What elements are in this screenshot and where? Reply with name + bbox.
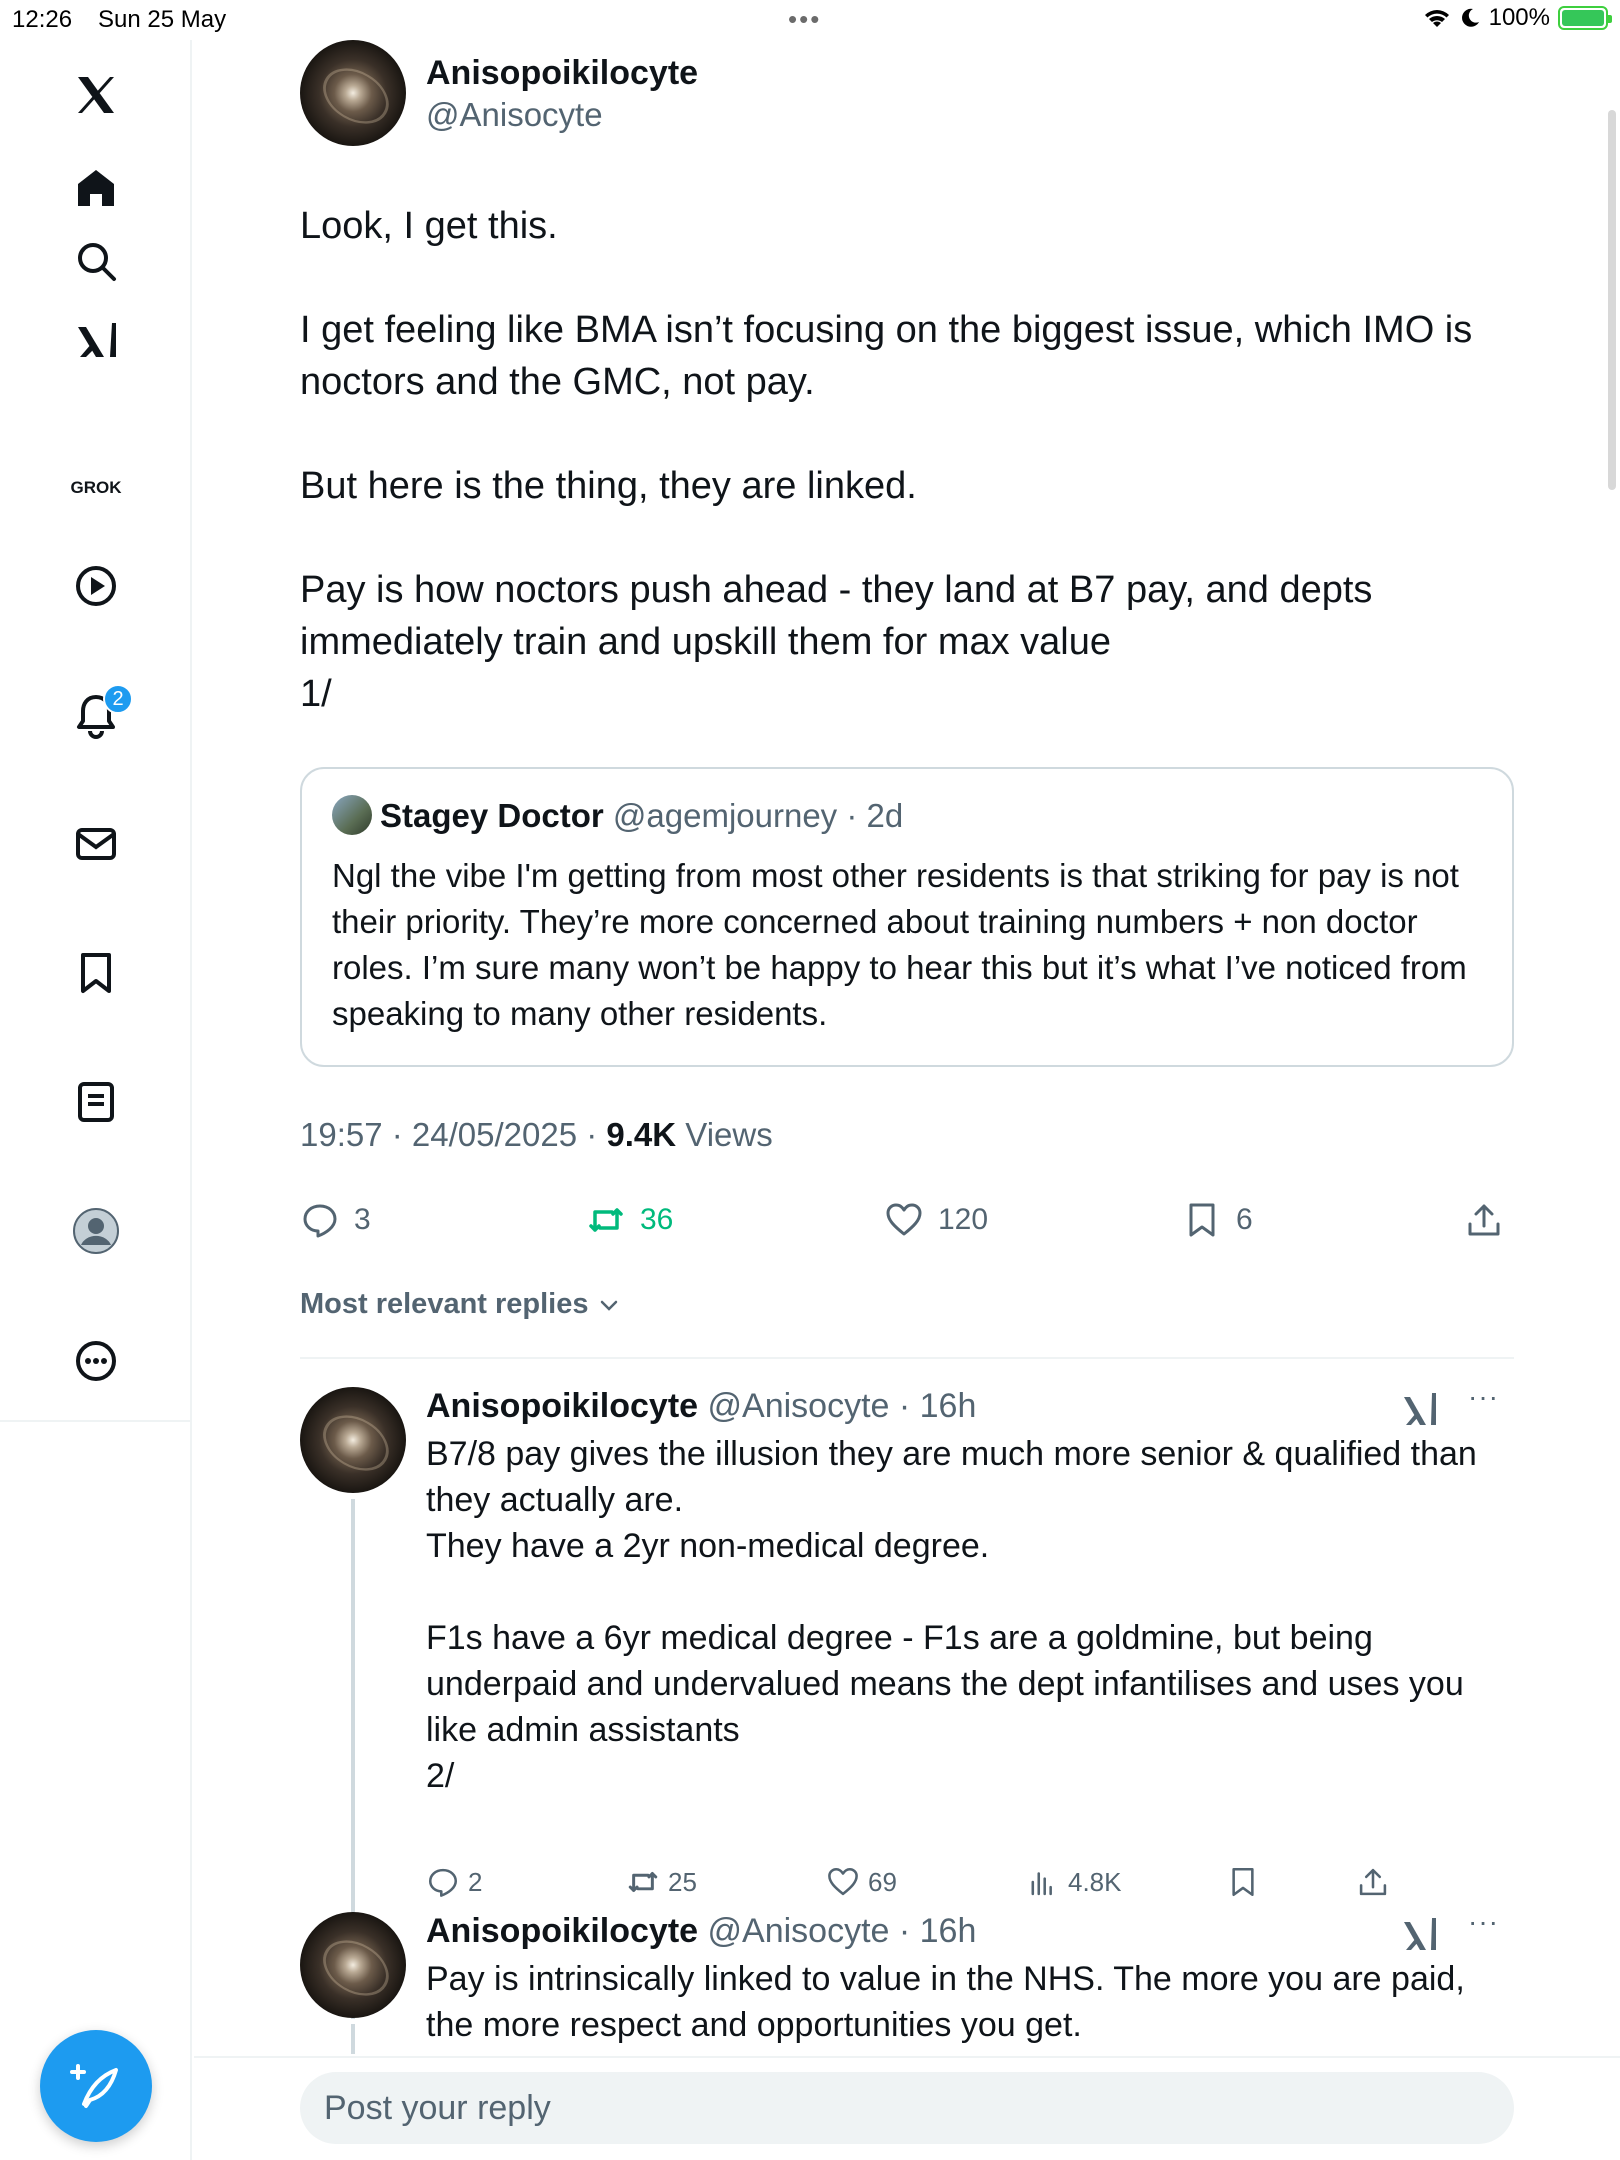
more-options-icon[interactable]: ···: [1468, 1906, 1499, 1938]
tweet-text: Look, I get this. I get feeling like BMA…: [300, 205, 1473, 715]
quoted-tweet-text: Ngl the vibe I'm getting from most other…: [332, 857, 1467, 1032]
like-count: 120: [938, 1203, 989, 1236]
x-logo-icon[interactable]: [63, 62, 129, 128]
notifications-badge: 2: [103, 684, 133, 714]
views-count: 4.8K: [1068, 1866, 1122, 1897]
share-icon: [1359, 1868, 1387, 1896]
bookmark-count: 6: [1236, 1203, 1253, 1236]
reply-author-name[interactable]: Anisopoikilocyte: [426, 1912, 698, 1950]
analytics-icon: [1031, 1872, 1052, 1896]
author-avatar[interactable]: [300, 40, 406, 146]
views-button[interactable]: 4.8K: [1026, 1857, 1122, 1907]
grok-label: GROK: [70, 478, 122, 497]
quoted-tweet[interactable]: Stagey Doctor @agemjourney · 2d Ngl the …: [300, 767, 1514, 1067]
bookmarks-icon[interactable]: [63, 940, 129, 1006]
chevron-down-icon: [600, 1300, 617, 1311]
reply-author-avatar[interactable]: [300, 1912, 406, 2018]
author-handle[interactable]: @Anisocyte: [426, 96, 603, 134]
multitasking-dots-icon[interactable]: •••: [788, 4, 821, 35]
bookmark-button[interactable]: [1226, 1857, 1260, 1907]
repost-button[interactable]: 36: [586, 1190, 673, 1250]
reply-tweet[interactable]: Anisopoikilocyte @Anisocyte · 16h ··· B7…: [300, 1381, 1514, 2019]
battery-icon: [1558, 6, 1612, 30]
reply-tweet[interactable]: Anisopoikilocyte @Anisocyte · 16h ··· Pa…: [300, 1906, 1514, 2062]
repost-icon: [589, 1208, 623, 1232]
repost-icon: [628, 1872, 658, 1892]
quoted-author-avatar: [332, 795, 372, 835]
sidebar-divider: [0, 1420, 192, 1422]
replies-sort-dropdown[interactable]: Most relevant replies: [300, 1288, 621, 1321]
reply-text: Pay is intrinsically linked to value in …: [426, 1960, 1465, 2044]
grok-icon[interactable]: [1400, 1389, 1440, 1429]
reply-author-meta: @Anisocyte · 16h: [707, 1912, 977, 1950]
bookmark-icon: [1189, 1203, 1215, 1237]
compose-feather-icon: [70, 2064, 118, 2108]
tweet-meta: 19:57 · 24/05/2025 · 9.4K Views: [300, 1116, 773, 1154]
sidebar: GROK 2: [0, 40, 192, 2160]
like-button[interactable]: 120: [884, 1190, 988, 1250]
replies-sort-label: Most relevant replies: [300, 1288, 589, 1320]
reply-button[interactable]: 2: [426, 1857, 482, 1907]
reply-text: B7/8 pay gives the illusion they are muc…: [426, 1435, 1477, 1795]
notifications-icon[interactable]: 2: [63, 682, 133, 748]
more-options-icon[interactable]: ···: [1468, 1381, 1499, 1413]
status-date: Sun 25 May: [98, 6, 227, 33]
reply-author-meta: @Anisocyte · 16h: [707, 1387, 977, 1425]
like-button[interactable]: 69: [826, 1857, 897, 1907]
home-icon[interactable]: [63, 155, 129, 221]
views-label: Views: [676, 1116, 773, 1153]
scrollbar[interactable]: [1608, 110, 1616, 490]
reply-count: 2: [468, 1866, 483, 1897]
views-count: 9.4K: [606, 1116, 677, 1153]
lists-icon[interactable]: [63, 1069, 129, 1135]
author-name[interactable]: Anisopoikilocyte: [426, 54, 698, 93]
compose-button[interactable]: [40, 2030, 152, 2142]
status-bar: 12:26 Sun 25 May ••• 100%: [0, 0, 1620, 40]
search-icon[interactable]: [63, 228, 129, 294]
thread-line: [351, 2024, 355, 2054]
reply-composer: [194, 2056, 1620, 2160]
moon-icon: [1461, 8, 1479, 27]
reply-icon: [303, 1204, 337, 1238]
more-options-icon[interactable]: [63, 1328, 129, 1394]
main-content: Anisopoikilocyte @Anisocyte Look, I get …: [194, 40, 1620, 2160]
share-button[interactable]: [1464, 1190, 1504, 1250]
bookmark-icon: [1232, 1867, 1254, 1897]
reply-input[interactable]: [300, 2072, 1514, 2144]
reply-actions: 2 25 69 4.8K: [426, 1857, 1426, 1907]
grok-icon[interactable]: [1400, 1914, 1440, 1954]
reply-count: 3: [354, 1203, 371, 1236]
quoted-tweet-header: Stagey Doctor @agemjourney · 2d: [332, 795, 903, 835]
tweet-timestamp: 19:57 · 24/05/2025 ·: [300, 1116, 607, 1153]
battery-percent: 100%: [1488, 4, 1550, 31]
video-icon[interactable]: [63, 553, 129, 619]
tweet-actions: 3 36 120 6: [300, 1190, 1514, 1250]
bookmark-button[interactable]: 6: [1182, 1190, 1253, 1250]
grok-icon[interactable]: [63, 308, 129, 374]
share-icon: [1468, 1204, 1500, 1236]
quoted-author-meta: @agemjourney · 2d: [612, 797, 904, 834]
reply-header: Anisopoikilocyte @Anisocyte · 16h: [426, 1912, 976, 1951]
heart-icon: [828, 1867, 858, 1896]
repost-count: 36: [640, 1203, 674, 1236]
status-time: 12:26: [12, 6, 73, 33]
share-button[interactable]: [1356, 1857, 1390, 1907]
quoted-author-name: Stagey Doctor: [380, 797, 604, 834]
like-count: 69: [868, 1866, 897, 1897]
messages-icon[interactable]: [63, 811, 129, 877]
status-right: 100%: [1423, 4, 1612, 32]
wifi-icon: [1424, 10, 1449, 27]
replies-divider: [300, 1357, 1514, 1359]
reply-author-avatar[interactable]: [300, 1387, 406, 1493]
repost-button[interactable]: 25: [626, 1857, 697, 1907]
repost-count: 25: [668, 1866, 697, 1897]
reply-header: Anisopoikilocyte @Anisocyte · 16h: [426, 1387, 976, 1426]
profile-avatar-icon[interactable]: [63, 1198, 129, 1264]
reply-icon: [428, 1868, 458, 1897]
reply-author-name[interactable]: Anisopoikilocyte: [426, 1387, 698, 1425]
heart-icon: [886, 1203, 922, 1236]
reply-button[interactable]: 3: [300, 1190, 371, 1250]
